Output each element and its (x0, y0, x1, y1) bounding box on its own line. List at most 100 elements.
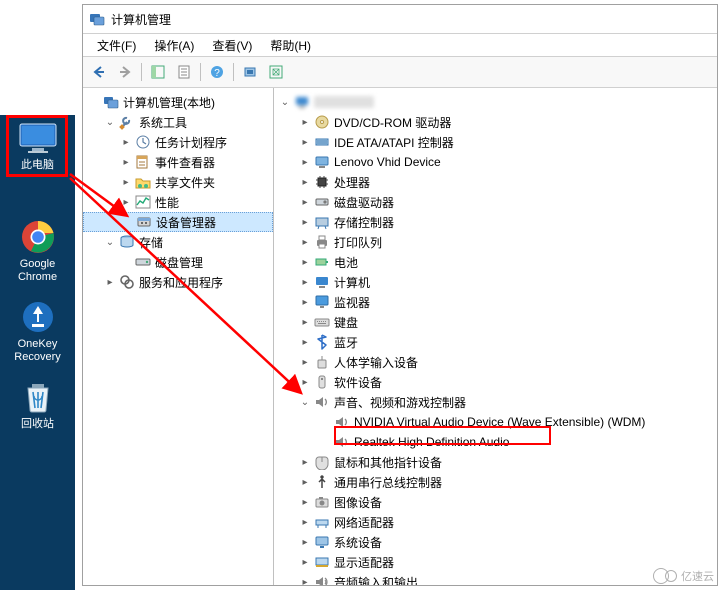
chevron-down-icon[interactable]: ⌄ (278, 95, 292, 109)
chevron-right-icon[interactable]: ▸ (298, 215, 312, 229)
desktop-icon-onekey[interactable]: OneKey Recovery (7, 298, 69, 364)
chevron-right-icon[interactable]: ▸ (298, 375, 312, 389)
speaker-icon (334, 434, 350, 450)
chevron-right-icon[interactable]: ▸ (298, 235, 312, 249)
menu-help[interactable]: 帮助(H) (262, 35, 319, 56)
right-tree[interactable]: ⌄ ▸ DVD/CD-ROM 驱动器 ▸ IDE ATA/ATAPI 控制器 ▸ (274, 88, 717, 585)
chevron-down-icon[interactable]: ⌄ (103, 115, 117, 129)
menu-action[interactable]: 操作(A) (146, 35, 202, 56)
toolbar-show-hide-tree-button[interactable] (146, 60, 170, 84)
tree-system-tools[interactable]: ⌄ 系统工具 (83, 112, 273, 132)
chevron-down-icon[interactable]: ⌄ (103, 235, 117, 249)
device-cat-audio-io[interactable]: ▸ 音频输入和输出 (274, 572, 717, 585)
computer-management-icon (103, 94, 119, 110)
desktop-icon-recycle-bin[interactable]: 回收站 (7, 378, 69, 431)
device-cat-bluetooth[interactable]: ▸ 蓝牙 (274, 332, 717, 352)
chevron-right-icon[interactable]: ▸ (298, 455, 312, 469)
chevron-right-icon[interactable]: ▸ (119, 175, 133, 189)
cpu-icon (314, 174, 330, 190)
onekey-icon (16, 298, 60, 336)
tree-device-manager[interactable]: ▸ 设备管理器 (83, 212, 273, 232)
device-cat-software-dev[interactable]: ▸ 软件设备 (274, 372, 717, 392)
device-cat-hid[interactable]: ▸ 人体学输入设备 (274, 352, 717, 372)
device-cat-network[interactable]: ▸ 网络适配器 (274, 512, 717, 532)
tree-services-apps[interactable]: ▸ 服务和应用程序 (83, 272, 273, 292)
chevron-right-icon[interactable]: ▸ (298, 335, 312, 349)
toolbar-forward-button[interactable] (113, 60, 137, 84)
device-item-nvidia-audio[interactable]: ▸ NVIDIA Virtual Audio Device (Wave Exte… (274, 412, 717, 432)
desktop-icon-chrome[interactable]: Google Chrome (7, 218, 69, 284)
chevron-right-icon[interactable]: ▸ (298, 115, 312, 129)
chevron-right-icon[interactable]: ▸ (298, 295, 312, 309)
chevron-right-icon[interactable]: ▸ (298, 495, 312, 509)
device-cat-mouse[interactable]: ▸ 鼠标和其他指针设备 (274, 452, 717, 472)
device-cat-sound-ctrl[interactable]: ⌄ 声音、视频和游戏控制器 (274, 392, 717, 412)
chevron-right-icon[interactable]: ▸ (298, 575, 312, 585)
desktop-strip: 此电脑 Google Chrome OneKey Recovery (0, 115, 75, 590)
device-cat-usb[interactable]: ▸ 通用串行总线控制器 (274, 472, 717, 492)
chevron-right-icon[interactable]: ▸ (298, 255, 312, 269)
chevron-right-icon[interactable]: ▸ (119, 195, 133, 209)
device-cat-storage-ctrl[interactable]: ▸ 存储控制器 (274, 212, 717, 232)
titlebar: 计算机管理 (83, 5, 717, 34)
tree-shared-folders[interactable]: ▸ 共享文件夹 (83, 172, 273, 192)
disk-management-icon (135, 254, 151, 270)
clock-icon (135, 134, 151, 150)
app-icon (89, 11, 105, 27)
toolbar-scan-button[interactable] (238, 60, 262, 84)
software-device-icon (314, 374, 330, 390)
chevron-right-icon[interactable]: ▸ (298, 555, 312, 569)
device-cat-cpu[interactable]: ▸ 处理器 (274, 172, 717, 192)
toolbar-help-button[interactable]: ? (205, 60, 229, 84)
speaker-icon (314, 394, 330, 410)
tree-root-computer-management[interactable]: ▸ 计算机管理(本地) (83, 92, 273, 112)
menu-file[interactable]: 文件(F) (89, 35, 144, 56)
chevron-right-icon[interactable]: ▸ (119, 155, 133, 169)
device-cat-imaging[interactable]: ▸ 图像设备 (274, 492, 717, 512)
toolbar-refresh-button[interactable] (264, 60, 288, 84)
tree-event-viewer[interactable]: ▸ 事件查看器 (83, 152, 273, 172)
chevron-right-icon[interactable]: ▸ (298, 275, 312, 289)
mouse-icon (314, 454, 330, 470)
toolbar-back-button[interactable] (87, 60, 111, 84)
chrome-icon (16, 218, 60, 256)
network-icon (314, 514, 330, 530)
tree-storage[interactable]: ⌄ 存储 (83, 232, 273, 252)
device-cat-disk-drives[interactable]: ▸ 磁盘驱动器 (274, 192, 717, 212)
hid-icon (314, 354, 330, 370)
device-cat-monitor[interactable]: ▸ 监视器 (274, 292, 717, 312)
device-cat-print-queue[interactable]: ▸ 打印队列 (274, 232, 717, 252)
toolbar-properties-button[interactable] (172, 60, 196, 84)
device-cat-lenovo[interactable]: ▸ Lenovo Vhid Device (274, 152, 717, 172)
chevron-right-icon[interactable]: ▸ (298, 475, 312, 489)
device-cat-display[interactable]: ▸ 显示适配器 (274, 552, 717, 572)
chevron-right-icon[interactable]: ▸ (298, 155, 312, 169)
event-viewer-icon (135, 154, 151, 170)
tree-task-scheduler[interactable]: ▸ 任务计划程序 (83, 132, 273, 152)
device-cat-computer[interactable]: ▸ 计算机 (274, 272, 717, 292)
chevron-right-icon[interactable]: ▸ (298, 535, 312, 549)
chevron-right-icon[interactable]: ▸ (298, 515, 312, 529)
device-cat-battery[interactable]: ▸ 电池 (274, 252, 717, 272)
tree-disk-management[interactable]: ▸ 磁盘管理 (83, 252, 273, 272)
chevron-down-icon[interactable]: ⌄ (298, 395, 312, 409)
tree-performance[interactable]: ▸ 性能 (83, 192, 273, 212)
menu-view[interactable]: 查看(V) (204, 35, 260, 56)
device-cat-ide[interactable]: ▸ IDE ATA/ATAPI 控制器 (274, 132, 717, 152)
device-root-label (314, 96, 374, 108)
chevron-right-icon[interactable]: ▸ (298, 315, 312, 329)
chevron-right-icon[interactable]: ▸ (298, 195, 312, 209)
speaker-icon (334, 414, 350, 430)
chevron-right-icon[interactable]: ▸ (298, 355, 312, 369)
chevron-right-icon[interactable]: ▸ (119, 135, 133, 149)
desktop-icon-this-pc[interactable]: 此电脑 (7, 119, 69, 172)
chevron-right-icon[interactable]: ▸ (298, 175, 312, 189)
device-cat-system-dev[interactable]: ▸ 系统设备 (274, 532, 717, 552)
device-item-realtek-audio[interactable]: ▸ Realtek High Definition Audio (274, 432, 717, 452)
device-cat-dvd[interactable]: ▸ DVD/CD-ROM 驱动器 (274, 112, 717, 132)
device-root[interactable]: ⌄ (274, 92, 717, 112)
left-tree[interactable]: ▸ 计算机管理(本地) ⌄ 系统工具 ▸ 任务计划程序 (83, 88, 274, 585)
chevron-right-icon[interactable]: ▸ (103, 275, 117, 289)
chevron-right-icon[interactable]: ▸ (298, 135, 312, 149)
device-cat-keyboard[interactable]: ▸ 键盘 (274, 312, 717, 332)
